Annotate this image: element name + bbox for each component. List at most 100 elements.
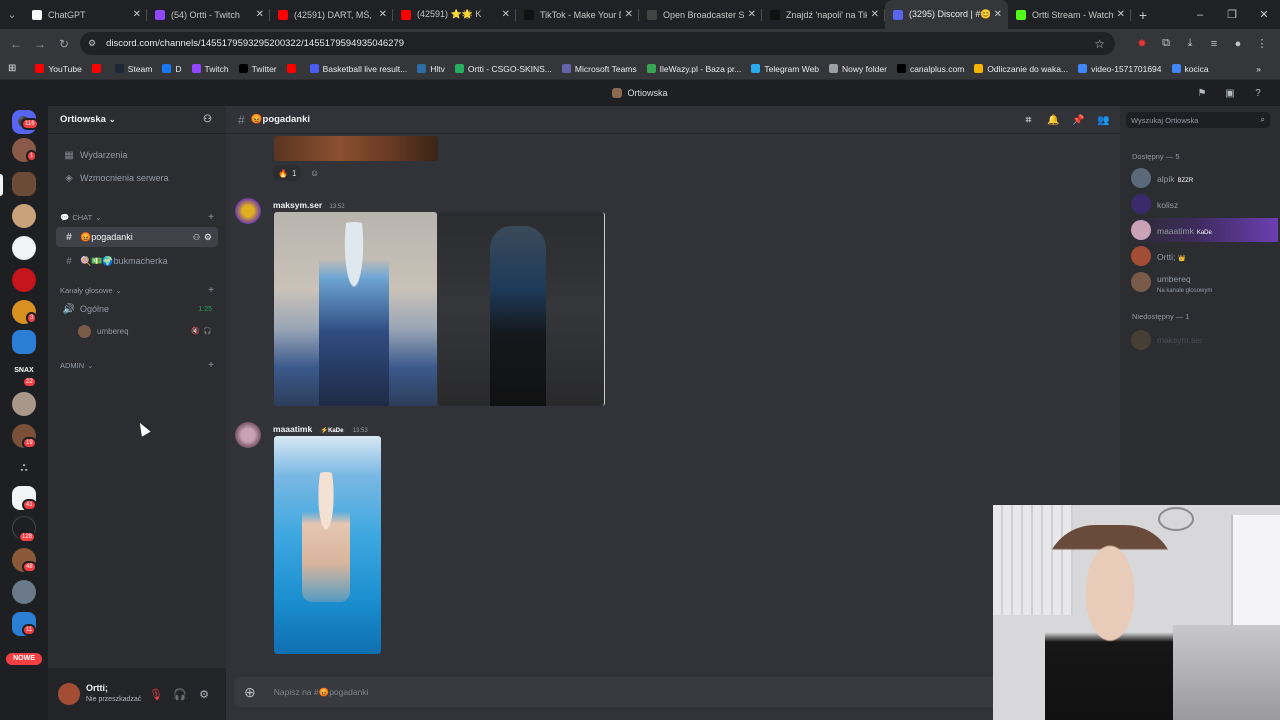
headphones-icon[interactable]: 🎧 bbox=[168, 688, 192, 701]
server-icon[interactable] bbox=[12, 204, 36, 228]
restore-icon[interactable]: ❐ bbox=[1216, 0, 1248, 29]
bookmark-item[interactable]: Twitch bbox=[187, 64, 234, 74]
close-tab-icon[interactable]: ✕ bbox=[994, 9, 1002, 20]
image-attachment-person[interactable] bbox=[438, 212, 605, 406]
media-icon[interactable]: ≡ bbox=[1202, 38, 1226, 50]
bookmark-item[interactable]: Ortti - CSGO-SKINS... bbox=[450, 64, 557, 74]
channel-pogadanki[interactable]: # 😡pogadanki ⚇ ⚙ bbox=[56, 227, 218, 247]
browser-tab[interactable]: (54) Ortti - Twitch ✕ bbox=[147, 0, 270, 29]
close-tab-icon[interactable]: ✕ bbox=[502, 9, 510, 20]
member-item[interactable]: kolisz bbox=[1128, 192, 1278, 216]
browser-tab[interactable]: TikTok - Make Your D ✕ bbox=[516, 0, 639, 29]
message-composer[interactable]: ⊕ Napisz na #😡pogadanki bbox=[234, 677, 1114, 707]
invite-people-icon[interactable]: ⚇ bbox=[203, 114, 212, 125]
user-settings-icon[interactable]: ⚙ bbox=[192, 688, 216, 701]
bookmark-item[interactable]: IleWazy.pl - Baza pr... bbox=[642, 64, 747, 74]
server-header[interactable]: Ortiowska ⌄ ⚇ bbox=[48, 106, 226, 134]
close-tab-icon[interactable]: ✕ bbox=[871, 9, 879, 20]
forward-icon[interactable]: → bbox=[28, 37, 52, 51]
server-icon[interactable] bbox=[12, 268, 36, 292]
close-tab-icon[interactable]: ✕ bbox=[625, 9, 633, 20]
profile-icon[interactable]: ● bbox=[1226, 38, 1250, 50]
server-icon[interactable] bbox=[12, 236, 36, 260]
bookmark-star-icon[interactable]: ☆ bbox=[1094, 37, 1105, 51]
server-boosts-item[interactable]: ◈ Wzmocnienia serwera bbox=[56, 168, 218, 188]
close-tab-icon[interactable]: ✕ bbox=[133, 9, 141, 20]
bookmark-item[interactable] bbox=[282, 64, 305, 73]
menu-icon[interactable]: ⋮ bbox=[1250, 37, 1274, 50]
bookmark-item[interactable]: Telegram Web bbox=[746, 64, 824, 74]
notification-bell-icon[interactable]: 🔔 bbox=[1041, 115, 1066, 126]
channel-bukmacherka[interactable]: # 🍭💵🌍bukmacherka bbox=[56, 251, 218, 271]
bookmark-item[interactable]: canalplus.com bbox=[892, 64, 969, 74]
server-icon[interactable] bbox=[12, 392, 36, 416]
avatar[interactable] bbox=[235, 198, 261, 224]
voice-user[interactable]: umbereq 🔇 🎧 bbox=[56, 321, 218, 341]
address-bar[interactable]: ⚙ discord.com/channels/14551795932952003… bbox=[80, 32, 1115, 55]
category-admin[interactable]: ADMIN ⌄ bbox=[60, 361, 93, 370]
close-tab-icon[interactable]: ✕ bbox=[748, 9, 756, 20]
bookmark-item[interactable]: Hltv bbox=[412, 64, 450, 74]
close-window-icon[interactable]: ✕ bbox=[1248, 0, 1280, 29]
browser-tab[interactable]: ChatGPT ✕ bbox=[24, 0, 147, 29]
browser-tab[interactable]: Znajdź 'napoli' na Tik ✕ bbox=[762, 0, 885, 29]
bookmark-item[interactable] bbox=[87, 64, 110, 73]
reload-icon[interactable]: ↻ bbox=[52, 37, 76, 51]
close-tab-icon[interactable]: ✕ bbox=[256, 9, 264, 20]
threads-icon[interactable]: ⌗ bbox=[1016, 115, 1041, 126]
voice-channel-ogolne[interactable]: 🔊 Ogólne 1:25 bbox=[56, 299, 218, 319]
message-author[interactable]: maksym.ser 13:52 bbox=[273, 200, 345, 210]
downloads-icon[interactable]: ⤓ bbox=[1178, 37, 1202, 50]
member-item[interactable]: maksym.ser bbox=[1128, 328, 1278, 352]
previous-image-attachment[interactable] bbox=[274, 136, 438, 161]
attach-plus-icon[interactable]: ⊕ bbox=[244, 684, 256, 701]
server-icon[interactable] bbox=[12, 172, 36, 196]
server-icon[interactable] bbox=[12, 330, 36, 354]
help-icon[interactable]: ? bbox=[1244, 88, 1272, 99]
browser-tab[interactable]: (3295) Discord | #😊 ✕ bbox=[885, 0, 1008, 29]
bookmark-item[interactable]: Twitter bbox=[234, 64, 282, 74]
close-tab-icon[interactable]: ✕ bbox=[1117, 9, 1125, 20]
inbox-icon[interactable]: ▣ bbox=[1216, 88, 1244, 99]
close-tab-icon[interactable]: ✕ bbox=[379, 9, 387, 20]
bookmark-item[interactable]: kocica bbox=[1167, 64, 1214, 74]
bookmark-item[interactable]: D bbox=[157, 64, 186, 74]
member-item[interactable]: Ortti; 👑 bbox=[1128, 244, 1278, 268]
member-item[interactable]: umbereq Na kanale głosowym bbox=[1128, 270, 1278, 294]
add-reaction-icon[interactable]: ☺ bbox=[310, 168, 319, 178]
bookmark-item[interactable]: video-1571701694 bbox=[1073, 64, 1166, 74]
browser-tab[interactable]: Ortti Stream - Watch ✕ bbox=[1008, 0, 1131, 29]
gear-icon[interactable]: ⚙ bbox=[204, 232, 212, 243]
bookmark-item[interactable]: Basketball live result... bbox=[305, 64, 413, 74]
avatar[interactable] bbox=[58, 683, 80, 705]
search-input[interactable]: Wyszukaj Ortiowska ⌕ bbox=[1126, 112, 1270, 128]
create-channel-icon[interactable]: + bbox=[208, 360, 214, 371]
server-icon[interactable]: ஃ bbox=[12, 456, 36, 480]
bookmark-item[interactable]: Odliczanie do waka... bbox=[969, 64, 1073, 74]
member-item[interactable]: alpik BZZR bbox=[1128, 166, 1278, 190]
mute-microphone-icon[interactable]: 🎙 bbox=[144, 688, 168, 701]
new-tab-button[interactable]: + bbox=[1131, 7, 1155, 23]
member-list-icon[interactable]: 👥 bbox=[1091, 115, 1116, 126]
bookmark-item[interactable]: YouTube bbox=[30, 64, 86, 74]
browser-tab[interactable]: Open Broadcaster Sc ✕ bbox=[639, 0, 762, 29]
bookmark-item[interactable]: Steam bbox=[110, 64, 158, 74]
more-bookmarks-icon[interactable]: » bbox=[1251, 64, 1266, 74]
extension-icon[interactable]: ✸ bbox=[1130, 37, 1154, 50]
browser-tab[interactable]: (42591) ⭐🌟 K ✕ bbox=[393, 0, 516, 29]
apps-grid-icon[interactable]: ⊞ bbox=[0, 63, 30, 74]
server-icon[interactable] bbox=[12, 580, 36, 604]
image-attachment-valorant[interactable] bbox=[274, 212, 437, 406]
image-attachment-pool[interactable] bbox=[274, 436, 381, 654]
invite-icon[interactable]: ⚇ bbox=[193, 233, 200, 242]
back-icon[interactable]: ← bbox=[4, 37, 28, 51]
minimize-icon[interactable]: – bbox=[1184, 0, 1216, 29]
reaction-chip[interactable]: 🔥 1 bbox=[273, 165, 302, 181]
extensions-puzzle-icon[interactable]: ⧉ bbox=[1154, 37, 1178, 50]
new-servers-label[interactable]: NOWE bbox=[6, 653, 42, 665]
create-channel-icon[interactable]: + bbox=[208, 285, 214, 296]
message-author[interactable]: maaatimk ⚡KaDe 13:53 bbox=[273, 424, 368, 434]
tab-search-icon[interactable]: ⌄ bbox=[0, 0, 24, 29]
bookmark-item[interactable]: Microsoft Teams bbox=[557, 64, 642, 74]
member-item[interactable]: maaatimk KaDe bbox=[1128, 218, 1278, 242]
